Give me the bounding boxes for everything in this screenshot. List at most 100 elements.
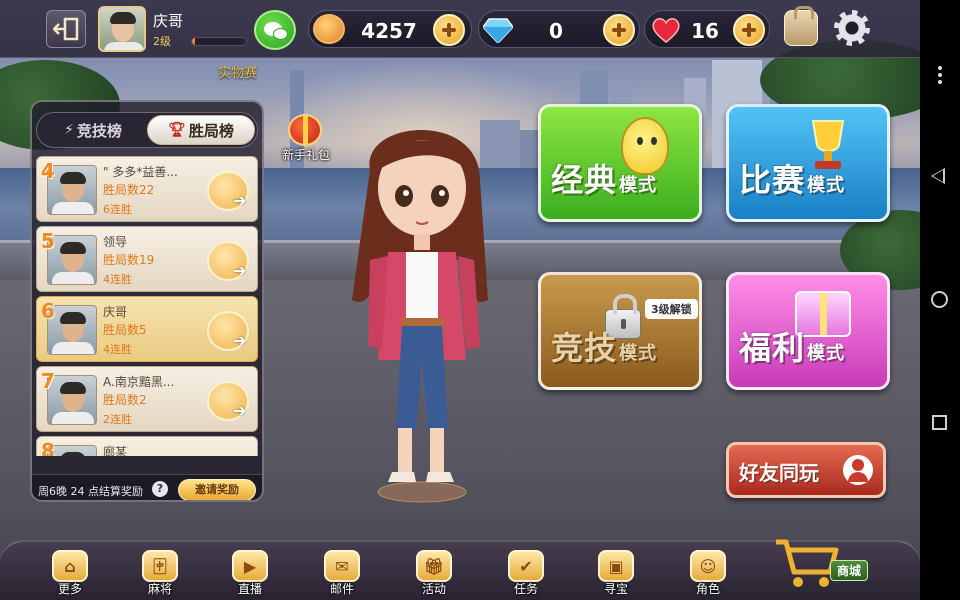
lightning-icon: ⚡	[64, 122, 74, 138]
mail-icon: ✉	[324, 550, 360, 582]
player-name: " 多多*益善...	[103, 165, 178, 179]
compete-mode-button[interactable]: 3级解锁 竞技 模式	[538, 272, 702, 390]
shop-button[interactable]: 商城	[772, 536, 882, 596]
send-gift-icon[interactable]	[207, 241, 249, 281]
add-heart-button[interactable]	[733, 14, 765, 46]
heart-counter: 16	[644, 10, 770, 48]
heart-value: 16	[691, 19, 719, 43]
friends-button-label: 好友同玩	[739, 461, 819, 485]
gift-icon: 🎁︎	[416, 550, 452, 582]
nav-events-label: 活动	[421, 582, 446, 596]
settlement-note: 周6晚 24 点结算奖励	[38, 485, 143, 498]
nav-live[interactable]: ▶ 直播	[222, 548, 278, 600]
send-gift-icon[interactable]	[207, 381, 249, 421]
heart-icon	[652, 18, 680, 43]
nav-live-label: 直播	[237, 582, 262, 596]
home-circle-icon[interactable]	[931, 291, 948, 308]
back-icon[interactable]	[931, 168, 945, 184]
invite-reward-button[interactable]: 邀请奖励	[178, 479, 256, 500]
nav-tasks[interactable]: ✔ 任务	[498, 548, 554, 600]
nav-more[interactable]: ⌂ 更多	[42, 548, 98, 600]
tab-competition[interactable]: ⚡ 竞技榜	[39, 115, 147, 145]
win-streak: 2连胜	[103, 413, 132, 426]
recent-apps-icon[interactable]	[932, 415, 947, 430]
top-bar: 庆哥 2级 4257 0 16	[0, 0, 920, 58]
add-diamond-button[interactable]	[603, 14, 635, 46]
leaderboard-panel: ⚡竞技榜 🏆︎胜局榜 4 " 多多*益善... 胜局数22 6连胜 5 领导胜局数19 4连…	[30, 100, 264, 502]
match-mode-label: 比赛 模式	[739, 161, 846, 199]
rank-number: 8	[41, 439, 55, 456]
nav-character[interactable]: ☺ 角色	[680, 548, 736, 600]
win-count: 胜局数22	[103, 183, 155, 197]
player-name: 领导	[103, 235, 128, 249]
classic-mode-button[interactable]: 经典 模式	[538, 104, 702, 222]
send-gift-icon[interactable]	[207, 171, 249, 211]
character-icon: ☺	[690, 550, 726, 582]
exit-icon	[53, 17, 79, 41]
overflow-menu-icon[interactable]	[938, 66, 942, 87]
shop-label: 商城	[830, 560, 869, 581]
classic-mode-label: 经典 模式	[551, 161, 658, 199]
backpack-button[interactable]	[784, 6, 818, 46]
rank-number: 4	[41, 159, 55, 183]
player-name: A.南京黯黑...	[103, 375, 175, 389]
welfare-mode-label: 福利 模式	[739, 329, 846, 367]
user-name: 庆哥	[153, 12, 184, 30]
welfare-mode-button[interactable]: 福利 模式	[726, 272, 890, 390]
tab-wins[interactable]: 🏆︎ 胜局榜	[147, 115, 255, 145]
unlock-tag: 3级解锁	[645, 299, 698, 319]
player-name: 廊某	[103, 445, 128, 456]
tab-competition-label: 竞技榜	[76, 121, 122, 140]
player-character[interactable]	[330, 110, 510, 510]
gold-coin-icon	[313, 14, 345, 44]
mahjong-tile-icon: 🀄︎	[142, 550, 178, 582]
home-icon: ⌂	[52, 550, 88, 582]
send-gift-icon[interactable]	[207, 311, 249, 351]
win-streak: 4连胜	[103, 343, 132, 356]
leaderboard-row[interactable]: 4 " 多多*益善... 胜局数22 6连胜	[36, 156, 258, 222]
leaderboard-tabs: ⚡ 竞技榜 🏆︎ 胜局榜	[36, 112, 258, 148]
diamond-counter: 0	[478, 10, 640, 48]
friends-icon	[843, 455, 873, 485]
match-label[interactable]: 实物赛	[218, 62, 257, 81]
rank-number: 6	[41, 299, 55, 323]
nav-treasure[interactable]: ▣ 寻宝	[588, 548, 644, 600]
newbie-gift-button[interactable]: 新手礼包	[278, 112, 334, 164]
gift-icon	[288, 114, 322, 146]
gold-value: 4257	[361, 19, 417, 43]
user-avatar[interactable]	[98, 6, 146, 52]
system-nav-bar	[920, 0, 960, 600]
leaderboard-row[interactable]: 5 领导胜局数19 4连胜	[36, 226, 258, 292]
add-gold-button[interactable]	[433, 14, 465, 46]
tab-wins-label: 胜局榜	[188, 121, 234, 140]
nav-mahjong[interactable]: 🀄︎ 麻将	[132, 548, 188, 600]
rank-number: 7	[41, 369, 55, 393]
gold-counter: 4257	[308, 10, 472, 48]
win-count: 胜局数19	[103, 253, 155, 267]
rank-number: 5	[41, 229, 55, 253]
nav-mail-label: 邮件	[329, 582, 354, 596]
nav-mail[interactable]: ✉ 邮件	[314, 548, 370, 600]
settings-button[interactable]	[834, 10, 870, 46]
leaderboard-row[interactable]: 7 A.南京黯黑... 胜局数2 2连胜	[36, 366, 258, 432]
nav-more-label: 更多	[57, 582, 82, 596]
game-lobby: 庆哥 2级 4257 0 16 实物赛 ⚡ 竞技榜 🏆︎ 胜局榜 4 " 多多*…	[0, 0, 920, 600]
leaderboard-row[interactable]: 8 廊某	[36, 436, 258, 456]
newbie-gift-label: 新手礼包	[281, 148, 330, 162]
win-count: 胜局数2	[103, 393, 147, 407]
nav-treasure-label: 寻宝	[603, 582, 628, 596]
leaderboard-list[interactable]: 4 " 多多*益善... 胜局数22 6连胜 5 领导胜局数19 4连胜 6 庆哥胜局数5 4连胜…	[36, 156, 258, 456]
exit-button[interactable]	[46, 10, 86, 48]
match-mode-button[interactable]: 比赛 模式	[726, 104, 890, 222]
play-with-friends-button[interactable]: 好友同玩	[726, 442, 886, 498]
leaderboard-row[interactable]: 6 庆哥 胜局数5 4连胜	[36, 296, 258, 362]
help-icon[interactable]: ?	[152, 481, 168, 497]
nav-events[interactable]: 🎁︎ 活动	[406, 548, 462, 600]
treasure-chest-icon: ▣	[598, 550, 634, 582]
leaderboard-footer: 周6晚 24 点结算奖励 ? 邀请奖励	[32, 474, 262, 500]
wechat-button[interactable]	[254, 10, 296, 50]
user-level: 2级	[153, 35, 171, 48]
nav-mahjong-label: 麻将	[147, 582, 172, 596]
win-streak: 4连胜	[103, 273, 132, 286]
player-name: 庆哥	[103, 305, 128, 319]
